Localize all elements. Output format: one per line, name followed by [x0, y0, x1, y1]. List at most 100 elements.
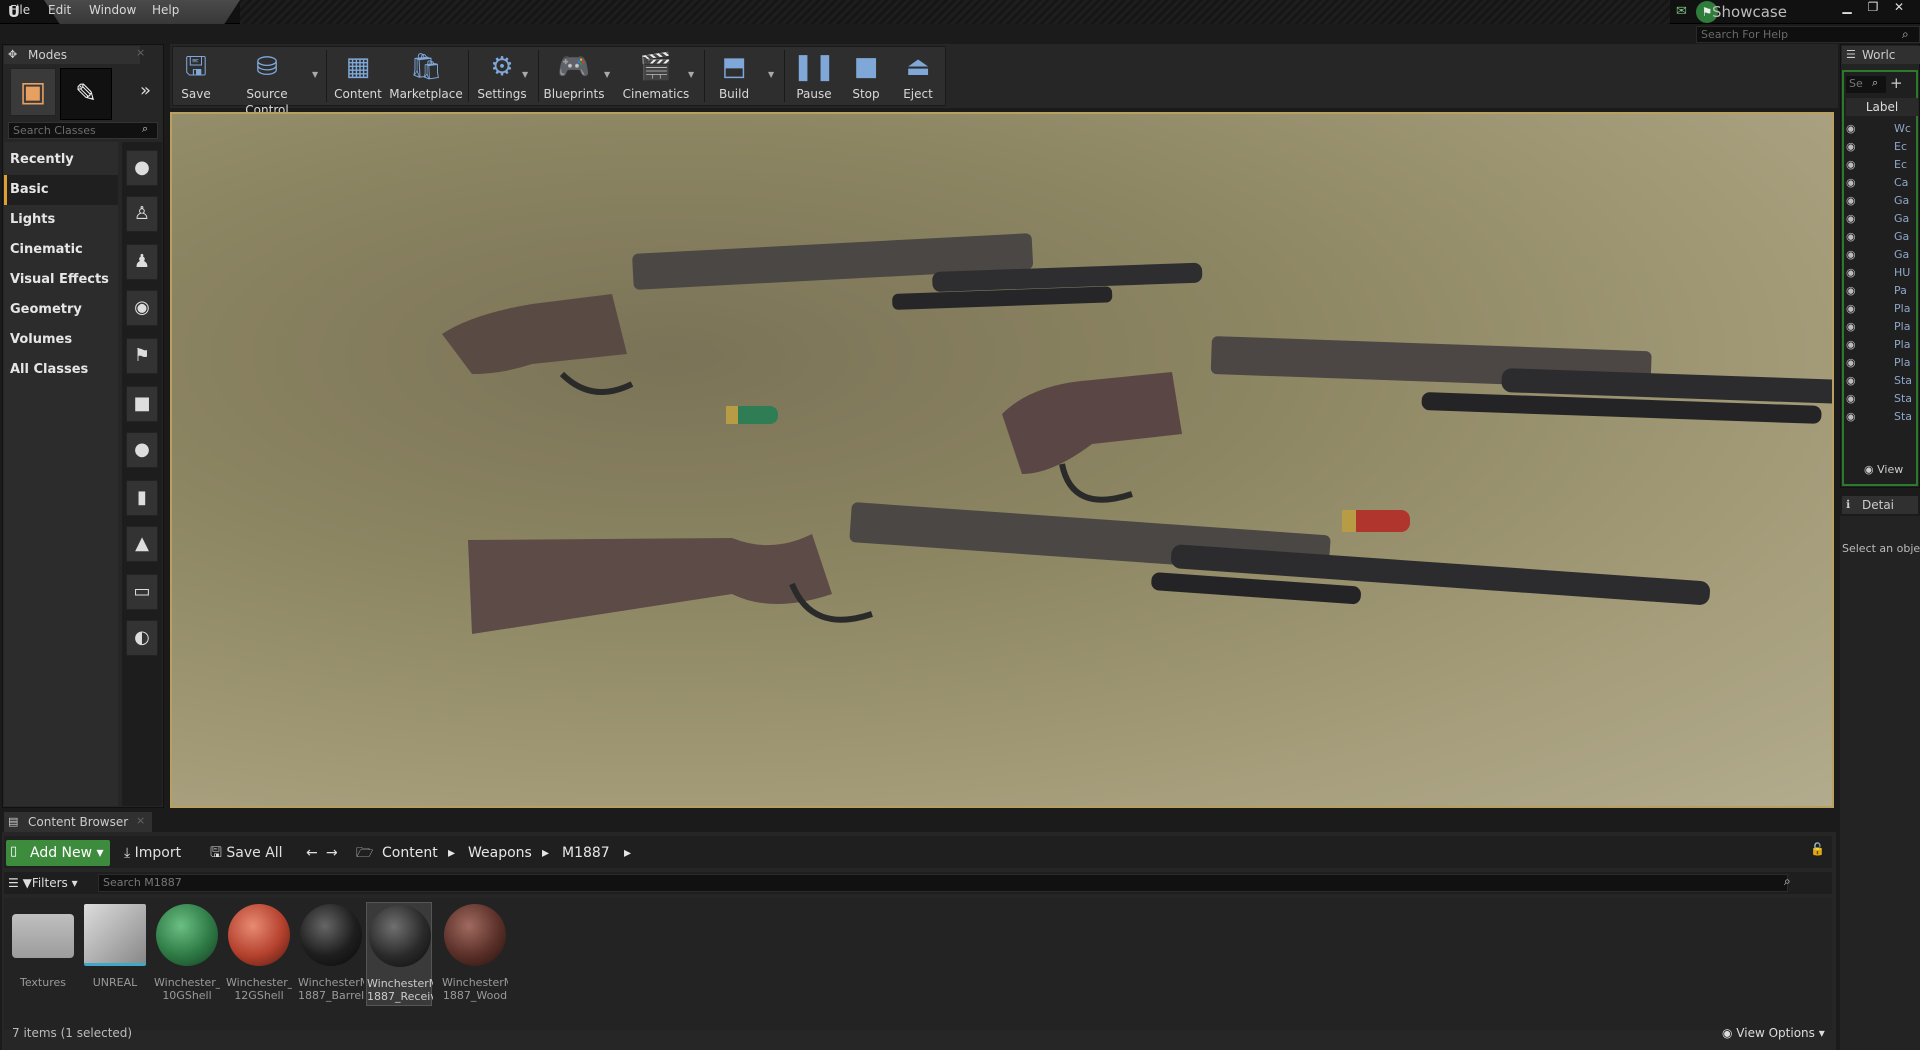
outliner-row[interactable]: ◉ Ga [1846, 210, 1918, 228]
add-icon[interactable]: + [1890, 74, 1908, 92]
notification-icon[interactable]: ✉ [1676, 4, 1692, 20]
shotgun-top[interactable] [442, 233, 1203, 395]
category-visual-effects[interactable]: Visual Effects [4, 265, 118, 295]
stop-button[interactable]: ■ Stop [844, 48, 888, 104]
visibility-eye-icon[interactable]: ◉ [1846, 336, 1860, 354]
source-control-dropdown-icon[interactable]: ▼ [312, 70, 322, 80]
close-icon[interactable]: × [136, 46, 148, 62]
menu-help[interactable]: Help [152, 2, 184, 18]
visibility-eye-icon[interactable]: ◉ [1846, 192, 1860, 210]
category-volumes[interactable]: Volumes [4, 325, 118, 355]
minimize-button[interactable]: ▁ [1834, 0, 1860, 16]
visibility-eye-icon[interactable]: ◉ [1846, 120, 1860, 138]
visibility-eye-icon[interactable]: ◉ [1846, 210, 1860, 228]
category-recently-placed[interactable]: Recently Placed [4, 145, 118, 197]
outliner-row[interactable]: ◉ Pla [1846, 300, 1918, 318]
outliner-row[interactable]: ◉ Ga [1846, 192, 1918, 210]
forward-arrow-icon[interactable]: → [326, 840, 342, 866]
place-mode-icon[interactable]: ▣ [10, 68, 56, 116]
sphere-asset-icon[interactable]: ● [126, 150, 158, 186]
category-all-classes[interactable]: All Classes [4, 355, 118, 385]
label-column-header[interactable]: Label [1846, 98, 1918, 116]
visibility-eye-icon[interactable]: ◉ [1846, 390, 1860, 408]
outliner-row[interactable]: ◉ Sta [1846, 372, 1918, 390]
cylinder-asset-icon[interactable]: ▮ [126, 480, 158, 516]
content-browser-tab[interactable]: Content Browser [4, 812, 152, 832]
asset-tile-receiver[interactable]: WinchesterM 1887_Receiver [366, 902, 433, 1006]
player-start-asset-icon[interactable]: ⚑ [126, 338, 158, 374]
modes-tab[interactable]: Modes [4, 46, 140, 64]
character-asset-icon[interactable]: ♙ [126, 196, 158, 232]
sphere-shape-asset-icon[interactable]: ● [126, 432, 158, 468]
save-button[interactable]: 🖫 Save [176, 48, 216, 104]
sky-sphere-asset-icon[interactable]: ◐ [126, 620, 158, 656]
visibility-eye-icon[interactable]: ◉ [1846, 408, 1860, 426]
menu-window[interactable]: Window [89, 2, 139, 18]
outliner-row[interactable]: ◉ Pla [1846, 336, 1918, 354]
back-arrow-icon[interactable]: ← [306, 840, 322, 866]
visibility-eye-icon[interactable]: ◉ [1846, 156, 1860, 174]
outliner-row[interactable]: ◉ HU [1846, 264, 1918, 282]
asset-tile-wood[interactable]: WinchesterM 1887_Wood [442, 902, 508, 1006]
maximize-button[interactable]: ❐ [1860, 0, 1886, 16]
eject-button[interactable]: ⏏ Eject [896, 48, 940, 104]
shotgun-middle[interactable] [1002, 336, 1832, 503]
search-classes-input[interactable]: Search Classes [8, 122, 158, 139]
search-icon[interactable]: ⌕ [1902, 27, 1918, 43]
cinematics-button[interactable]: 🎬 Cinematics [620, 48, 692, 104]
breadcrumb-m1887[interactable]: M1887 [562, 840, 616, 866]
help-search-input[interactable]: Search For Help [1696, 26, 1920, 43]
view-options-button[interactable]: ◉ View Options ▾ [1722, 1026, 1832, 1042]
visibility-eye-icon[interactable]: ◉ [1846, 318, 1860, 336]
blueprints-button[interactable]: 🎮 Blueprints [542, 48, 606, 104]
marketplace-button[interactable]: 🛍 Marketplace [388, 48, 464, 104]
search-icon[interactable]: ⌕ [1784, 874, 1800, 892]
category-lights[interactable]: Lights [4, 205, 118, 235]
breadcrumb-chevron-icon[interactable]: ▸ [448, 840, 460, 866]
outliner-row[interactable]: ◉ Ga [1846, 246, 1918, 264]
outliner-row[interactable]: ◉ Pla [1846, 354, 1918, 372]
category-basic[interactable]: Basic [4, 175, 118, 205]
shell-12-gauge[interactable] [1342, 510, 1410, 532]
menu-file[interactable]: File [10, 2, 38, 18]
lock-icon[interactable]: 🔓 [1810, 842, 1826, 862]
menu-edit[interactable]: Edit [48, 2, 76, 18]
asset-tile-textures[interactable]: Textures [10, 902, 76, 1006]
cone-asset-icon[interactable]: ▲ [126, 526, 158, 562]
save-all-button[interactable]: 🖫 Save All [210, 840, 290, 866]
shell-10-gauge[interactable] [726, 406, 778, 424]
outliner-row[interactable]: ◉ Ga [1846, 228, 1918, 246]
search-icon[interactable]: ⌕ [142, 122, 156, 138]
import-button[interactable]: ⤓ Import [124, 840, 196, 866]
breadcrumb-chevron-icon[interactable]: ▸ [542, 840, 554, 866]
shotgun-bottom[interactable] [468, 502, 1711, 634]
filters-button[interactable]: ☰ ▼Filters ▾ [8, 874, 92, 892]
paint-mode-icon[interactable]: ✎ [60, 68, 112, 120]
blueprints-dropdown-icon[interactable]: ▼ [604, 70, 614, 80]
cube-asset-icon[interactable]: ■ [126, 386, 158, 422]
visibility-eye-icon[interactable]: ◉ [1846, 354, 1860, 372]
close-icon[interactable]: × [136, 814, 148, 830]
category-geometry[interactable]: Geometry [4, 295, 118, 325]
visibility-eye-icon[interactable]: ◉ [1846, 174, 1860, 192]
breadcrumb-weapons[interactable]: Weapons [468, 840, 534, 866]
breadcrumb-chevron-icon[interactable]: ▸ [624, 840, 636, 866]
visibility-eye-icon[interactable]: ◉ [1846, 264, 1860, 282]
outliner-view-options[interactable]: ◉ View [1864, 462, 1918, 478]
asset-tile-10gshell[interactable]: Winchester_ 10GShell [154, 902, 220, 1006]
outliner-row[interactable]: ◉ Wc [1846, 120, 1918, 138]
outliner-row[interactable]: ◉ Ec [1846, 156, 1918, 174]
asset-search-input[interactable]: Search M1887 [98, 874, 1788, 892]
more-modes-icon[interactable]: » [140, 80, 160, 102]
outliner-row[interactable]: ◉ Ca [1846, 174, 1918, 192]
pawn-asset-icon[interactable]: ♟ [126, 244, 158, 280]
plane-asset-icon[interactable]: ▭ [126, 574, 158, 610]
close-button[interactable]: ✕ [1886, 0, 1912, 16]
outliner-row[interactable]: ◉ Ec [1846, 138, 1918, 156]
asset-tile-barrel[interactable]: WinchesterM 1887_Barrel [298, 902, 364, 1006]
asset-tile-12gshell[interactable]: Winchester_ 12GShell [226, 902, 292, 1006]
build-dropdown-icon[interactable]: ▼ [768, 70, 778, 80]
visibility-eye-icon[interactable]: ◉ [1846, 138, 1860, 156]
content-button[interactable]: ▦ Content [332, 48, 384, 104]
visibility-eye-icon[interactable]: ◉ [1846, 246, 1860, 264]
